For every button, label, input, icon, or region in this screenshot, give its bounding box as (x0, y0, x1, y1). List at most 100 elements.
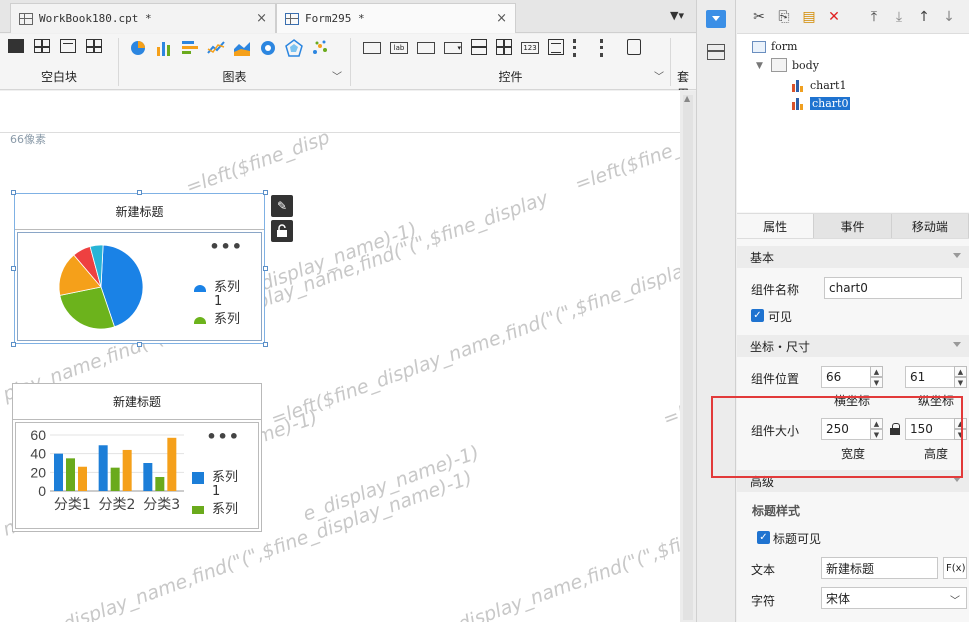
cut-icon[interactable]: ✂ (751, 9, 767, 25)
lock-ratio-icon[interactable] (890, 423, 900, 435)
title-visible-checkbox[interactable]: ✓ (757, 531, 770, 544)
title-text-input[interactable]: 新建标题 (821, 557, 938, 579)
formula-button[interactable]: F(x) (943, 557, 967, 579)
section-coord-size[interactable]: 坐标・尺寸 (737, 335, 969, 357)
position-x-stepper[interactable]: ▲ ▼ (870, 366, 883, 388)
y-tick-label: 40 (30, 446, 46, 462)
search-widget-icon[interactable] (627, 39, 641, 55)
scroll-up-icon[interactable]: ▲ (684, 94, 690, 103)
label-widget-icon[interactable]: lab (390, 42, 408, 54)
bar-chart-icon[interactable] (155, 39, 173, 57)
chart-widget-chart1[interactable]: 新建标题 60 40 20 0 分类1 分类2 分类3 ••• 系列 1 系列 (12, 383, 262, 532)
resize-handle[interactable] (137, 342, 142, 347)
move-bottom-icon[interactable]: ⤓ (891, 9, 907, 25)
number-widget-icon[interactable]: 123 (521, 42, 539, 54)
position-x-input[interactable]: 66 (821, 366, 871, 388)
tree-node-body[interactable]: body (771, 58, 819, 72)
button-widget-icon[interactable] (363, 42, 381, 54)
title-style-heading: 标题样式 (752, 504, 801, 518)
chevron-down-icon[interactable]: ﹀ (332, 68, 342, 83)
x-tick-label: 分类1 (54, 497, 91, 513)
radar-chart-icon[interactable] (285, 39, 303, 57)
font-select[interactable]: 宋体 ﹀ (821, 587, 967, 609)
width-input[interactable]: 250 (821, 418, 871, 440)
date-widget-icon[interactable] (496, 39, 512, 55)
group-label: 图表 (222, 70, 247, 84)
chart-widget-chart0[interactable]: 新建标题 ••• 系列 1 系列 (14, 193, 265, 344)
name-input[interactable]: chart0 (824, 277, 962, 299)
section-basic[interactable]: 基本 (737, 246, 969, 268)
y-tick-label: 0 (38, 483, 46, 499)
tab-layout-icon[interactable] (60, 39, 76, 53)
delete-icon[interactable]: ✕ (826, 9, 842, 25)
legend-label: 系列 (214, 280, 241, 295)
horizontal-bar-icon[interactable] (181, 39, 199, 57)
title-visible-label: 标题可见 (773, 532, 822, 546)
layout-panel-icon[interactable] (707, 44, 725, 60)
textarea-widget-icon[interactable] (548, 39, 564, 55)
chart-menu-icon[interactable]: ••• (209, 239, 243, 255)
expand-arrow-icon[interactable]: ▼ (756, 61, 763, 71)
combo-widget-icon[interactable]: ▾ (444, 42, 462, 54)
position-y-stepper[interactable]: ▲ ▼ (954, 366, 967, 388)
grid-layout-icon[interactable] (86, 39, 102, 53)
tab-workbook[interactable]: WorkBook180.cpt * × (10, 3, 276, 33)
tab-menu-icon[interactable]: ▼▾ (670, 9, 684, 22)
area-chart-icon[interactable] (233, 39, 251, 57)
visible-checkbox[interactable]: ✓ (751, 309, 764, 322)
panel-switch-strip (696, 0, 736, 622)
y-tick-label: 20 (30, 464, 46, 480)
absolute-layout-icon[interactable] (8, 39, 24, 53)
unlock-icon[interactable] (271, 220, 293, 242)
chart-node-icon (791, 78, 805, 92)
form-icon (285, 12, 299, 25)
move-top-icon[interactable]: ⤒ (866, 9, 882, 25)
chevron-down-icon[interactable]: ﹀ (654, 68, 664, 83)
canvas-scrollbar[interactable]: ▲ (680, 91, 696, 622)
tree-node-form[interactable]: form (752, 40, 797, 53)
tab-mobile[interactable]: 移动端 (891, 214, 969, 238)
close-icon[interactable]: × (496, 11, 507, 26)
paste-icon[interactable]: ▤ (801, 9, 817, 25)
close-icon[interactable]: × (256, 11, 267, 26)
design-canvas[interactable] (0, 91, 680, 622)
tab-form[interactable]: Form295 * × (276, 3, 516, 33)
section-advanced[interactable]: 高级 (737, 470, 969, 492)
move-down-icon[interactable]: ↓ (941, 9, 957, 25)
tree-node-chart0[interactable]: chart0 (791, 96, 851, 110)
list-widget-icon[interactable] (471, 39, 487, 55)
text-widget-icon[interactable] (417, 42, 435, 54)
widget-settings-icon[interactable] (706, 10, 726, 28)
width-stepper[interactable]: ▲ ▼ (870, 418, 883, 440)
chart-menu-icon[interactable]: ••• (206, 429, 240, 445)
bar (78, 466, 87, 491)
position-y-input[interactable]: 61 (905, 366, 955, 388)
chevron-down-icon: ﹀ (950, 596, 960, 607)
pie-chart-icon[interactable] (129, 39, 147, 57)
resize-handle[interactable] (11, 190, 16, 195)
section-title: 基本 (750, 250, 775, 265)
copy-icon[interactable]: ⎘ (776, 9, 792, 25)
tab-properties[interactable]: 属性 (737, 214, 815, 238)
checkbox-group-icon[interactable] (600, 39, 618, 57)
resize-handle[interactable] (11, 342, 16, 347)
move-up-icon[interactable]: ↑ (916, 9, 932, 25)
edit-icon[interactable]: ✎ (271, 195, 293, 217)
legend-swatch (192, 472, 204, 484)
radio-group-icon[interactable] (573, 39, 591, 57)
height-input[interactable]: 150 (905, 418, 955, 440)
line-chart-icon[interactable] (207, 39, 225, 57)
resize-handle[interactable] (263, 342, 268, 347)
scroll-thumb[interactable] (683, 95, 693, 620)
resize-handle[interactable] (137, 190, 142, 195)
gauge-chart-icon[interactable] (259, 39, 277, 57)
pixel-ruler-label: 66像素 (10, 133, 46, 146)
scatter-chart-icon[interactable] (311, 39, 329, 57)
height-stepper[interactable]: ▲ ▼ (954, 418, 967, 440)
tab-events[interactable]: 事件 (814, 214, 892, 238)
resize-handle[interactable] (11, 266, 16, 271)
tree-node-chart1[interactable]: chart1 (791, 78, 846, 92)
resize-handle[interactable] (263, 266, 268, 271)
resize-handle[interactable] (263, 190, 268, 195)
frame-layout-icon[interactable] (34, 39, 50, 53)
